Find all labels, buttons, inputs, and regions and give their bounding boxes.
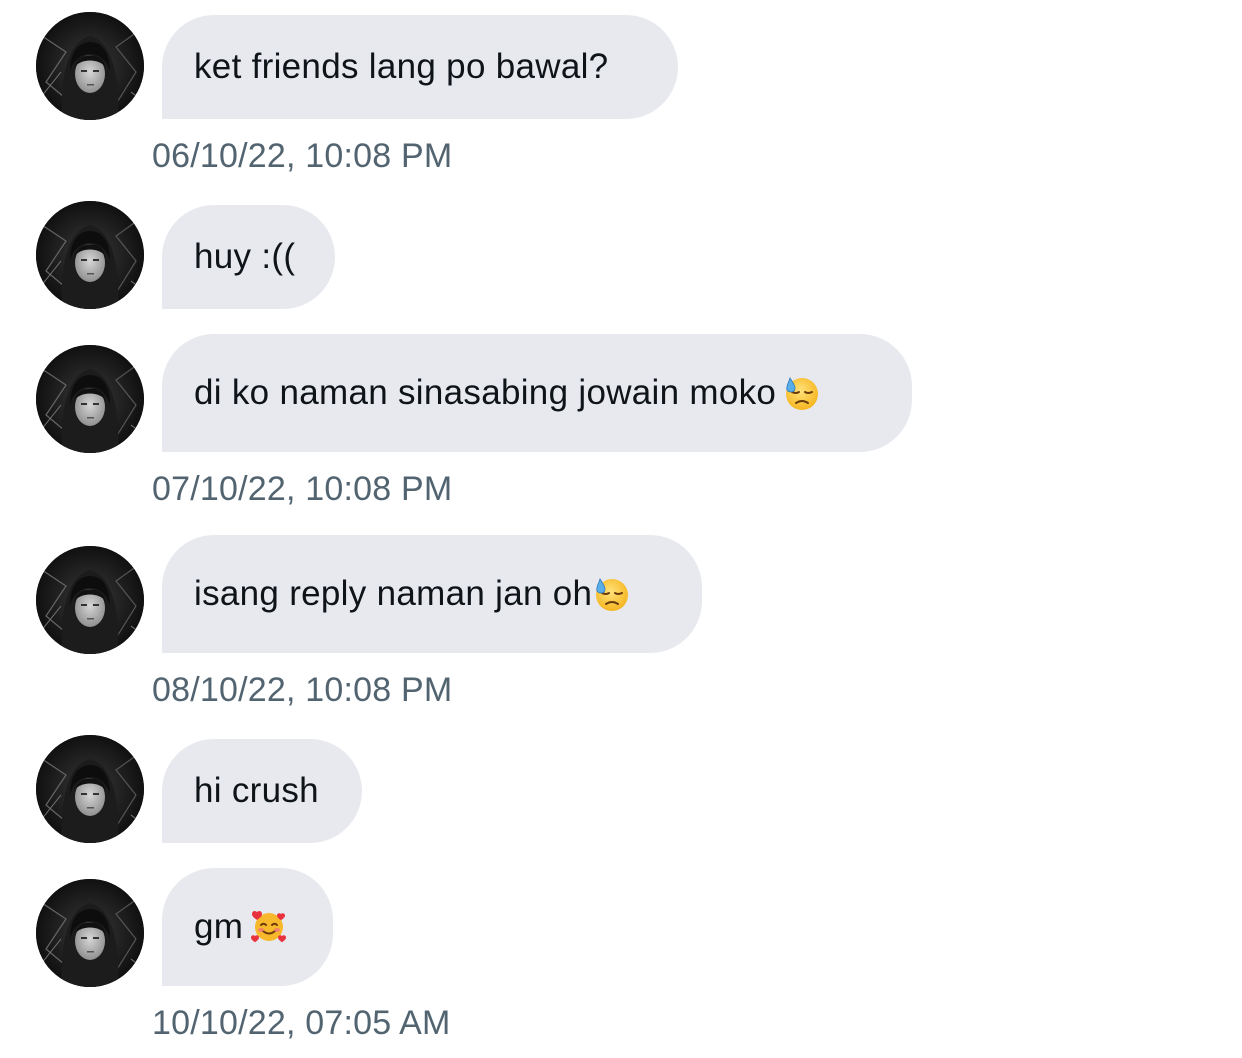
message-bubble[interactable]: huy :(( (162, 205, 335, 309)
sender-avatar[interactable] (36, 735, 144, 843)
message-text: gm (194, 907, 244, 946)
sender-avatar[interactable] (36, 201, 144, 309)
message-bubble[interactable]: hi crush (162, 739, 362, 843)
downcast-face-with-sweat-icon (594, 576, 630, 612)
message-text: hi crush (194, 771, 319, 810)
message-bubble[interactable]: gm (162, 868, 333, 986)
downcast-face-with-sweat-icon (784, 375, 820, 411)
message-text: isang reply naman jan oh (194, 574, 593, 613)
sender-avatar[interactable] (36, 879, 144, 987)
message-text: huy :(( (194, 237, 296, 276)
message-timestamp: 06/10/22, 10:08 PM (152, 137, 453, 175)
message-bubble[interactable]: isang reply naman jan oh (162, 535, 702, 653)
message-bubble[interactable]: di ko naman sinasabing jowain moko (162, 334, 912, 452)
message-text: ket friends lang po bawal? (194, 47, 609, 86)
message-timestamp: 08/10/22, 10:08 PM (152, 671, 453, 709)
sender-avatar[interactable] (36, 546, 144, 654)
sender-avatar[interactable] (36, 12, 144, 120)
message-bubble[interactable]: ket friends lang po bawal? (162, 15, 678, 119)
message-timestamp: 07/10/22, 10:08 PM (152, 470, 453, 508)
smiling-face-with-hearts-icon (251, 909, 287, 945)
sender-avatar[interactable] (36, 345, 144, 453)
message-text: di ko naman sinasabing jowain moko (194, 373, 777, 412)
message-timestamp: 10/10/22, 07:05 AM (152, 1004, 451, 1042)
